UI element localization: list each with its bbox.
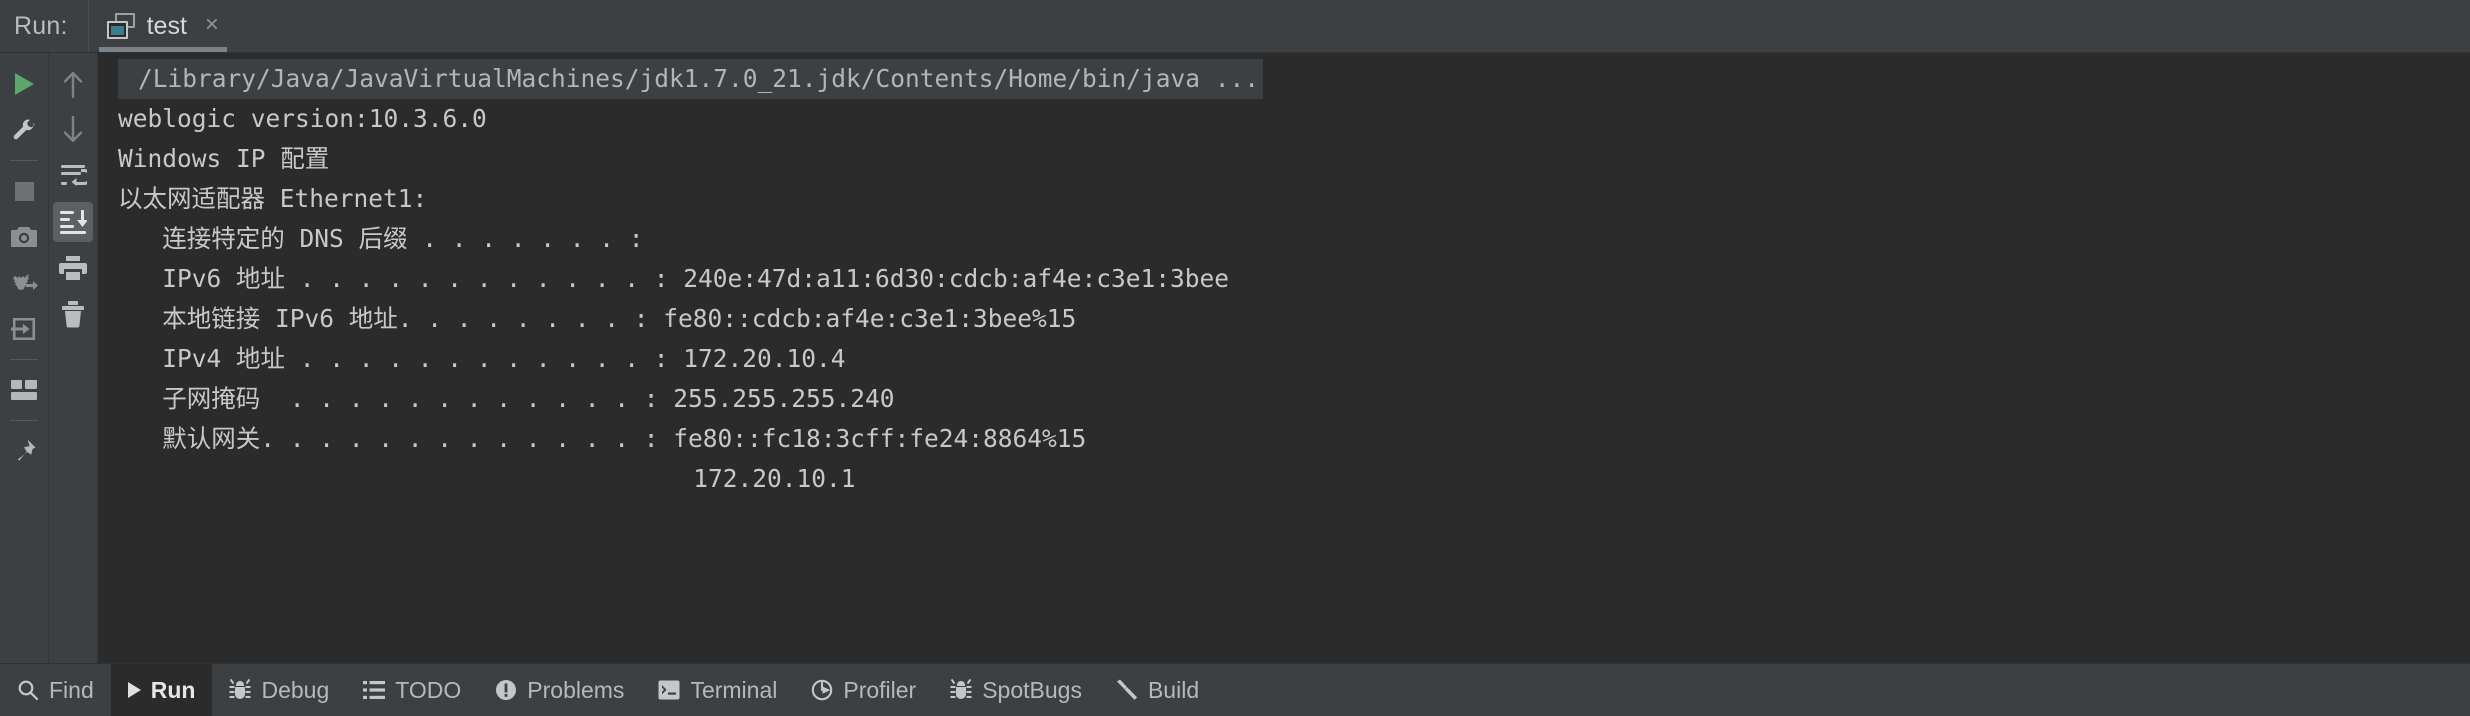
stop-button[interactable]: [4, 171, 44, 211]
exclamation-circle-icon: [496, 680, 517, 700]
separator: [10, 420, 38, 421]
run-actions-toolbar: [0, 53, 49, 663]
print-button[interactable]: [53, 248, 93, 288]
clear-all-button[interactable]: [53, 294, 93, 334]
console-line: Windows IP 配置: [118, 144, 330, 173]
wrench-icon: [13, 119, 35, 140]
status-tab-terminal[interactable]: Terminal: [641, 664, 794, 716]
status-tab-build[interactable]: Build: [1099, 664, 1216, 716]
arrow-up-icon: [63, 72, 83, 99]
play-icon: [127, 682, 141, 698]
console-line: IPv6 地址 . . . . . . . . . . . . : 240e:4…: [118, 264, 1230, 293]
status-tab-find[interactable]: Find: [0, 664, 111, 716]
gauge-icon: [812, 679, 833, 701]
console-actions-toolbar: [49, 53, 98, 663]
run-window-title-label: Run:: [14, 11, 68, 40]
bug-icon: [229, 678, 251, 699]
status-tab-spotbugs[interactable]: SpotBugs: [933, 664, 1099, 716]
pin-icon: [17, 439, 36, 461]
terminal-icon: [658, 680, 680, 700]
layout-icon: [11, 380, 37, 400]
run-tool-window: Run: test × /Library/Java/JavaVirtualMac…: [0, 0, 2470, 716]
layout-settings-button[interactable]: [4, 370, 44, 410]
bug-icon: [950, 678, 972, 699]
console-line: 子网掩码 . . . . . . . . . . . . : 255.255.2…: [118, 384, 895, 413]
console-line: IPv4 地址 . . . . . . . . . . . . : 172.20…: [118, 344, 846, 373]
pin-tab-button[interactable]: [4, 431, 44, 471]
window-icon: [106, 13, 135, 39]
console-lines: /Library/Java/JavaVirtualMachines/jdk1.7…: [98, 59, 2470, 499]
run-window-header: Run: test ×: [0, 0, 2470, 53]
console-line: 默认网关. . . . . . . . . . . . . : fe80::fc…: [118, 424, 1087, 453]
camera-icon: [11, 227, 37, 247]
run-tab-strip: test ×: [89, 0, 237, 52]
status-tab-label: Find: [49, 676, 94, 703]
scroll-to-end-button[interactable]: [53, 202, 93, 242]
run-tab-selected-indicator: [98, 47, 227, 52]
restart-debug-button[interactable]: [4, 263, 44, 303]
status-tab-label: Build: [1147, 676, 1200, 703]
status-tab-label: Profiler: [843, 676, 917, 703]
status-tab-todo[interactable]: TODO: [346, 664, 478, 716]
status-tab-debug[interactable]: Debug: [212, 664, 346, 716]
arrow-down-icon: [63, 115, 83, 142]
run-tab-test[interactable]: test ×: [89, 0, 237, 52]
attach-process-button[interactable]: [4, 309, 44, 349]
export-arrow-icon: [11, 317, 36, 341]
play-icon: [14, 73, 34, 95]
run-tab-label: test: [146, 11, 187, 40]
down-the-stack-trace-button[interactable]: [53, 110, 93, 150]
scroll-to-end-icon: [60, 210, 87, 234]
soft-wrap-icon: [61, 165, 87, 186]
console-line: 连接特定的 DNS 后缀 . . . . . . . :: [118, 224, 644, 253]
up-the-stack-trace-button[interactable]: [53, 64, 93, 104]
tool-window-status-bar: Find Run Debug TODO Problems Terminal Pr…: [0, 663, 2470, 716]
status-tab-label: Run: [150, 676, 196, 703]
screenshot-button[interactable]: [4, 217, 44, 257]
console-line-wrapper: /Library/Java/JavaVirtualMachines/jdk1.7…: [98, 59, 2470, 99]
soft-wrap-button[interactable]: [53, 156, 93, 196]
hammer-icon: [1116, 679, 1138, 700]
console-output[interactable]: /Library/Java/JavaVirtualMachines/jdk1.7…: [98, 53, 2470, 663]
console-command-line: /Library/Java/JavaVirtualMachines/jdk1.7…: [118, 59, 1264, 99]
status-tab-label: SpotBugs: [982, 676, 1082, 703]
stop-icon: [14, 181, 34, 201]
console-line: 以太网适配器 Ethernet1:: [118, 184, 428, 213]
console-line: weblogic version:10.3.6.0: [118, 104, 487, 133]
run-window-title: Run:: [0, 0, 89, 52]
status-tab-profiler[interactable]: Profiler: [794, 664, 933, 716]
status-tab-label: TODO: [395, 676, 462, 703]
status-tab-run[interactable]: Run: [110, 664, 213, 716]
status-tab-problems[interactable]: Problems: [478, 664, 641, 716]
console-line: 172.20.10.1: [118, 464, 856, 493]
separator: [10, 359, 38, 360]
status-tab-label: Problems: [527, 676, 625, 703]
edit-configuration-button[interactable]: [4, 110, 44, 150]
rerun-button[interactable]: [4, 64, 44, 104]
run-window-body: /Library/Java/JavaVirtualMachines/jdk1.7…: [0, 53, 2470, 663]
printer-icon: [59, 256, 87, 280]
console-line: 本地链接 IPv6 地址. . . . . . . . : fe80::cdcb…: [118, 304, 1077, 333]
trash-icon: [62, 301, 84, 328]
search-icon: [18, 680, 39, 701]
separator: [10, 160, 38, 161]
status-tab-label: Terminal: [690, 676, 778, 703]
status-tab-label: Debug: [261, 676, 330, 703]
bug-arrow-icon: [13, 274, 38, 290]
list-icon: [363, 681, 386, 699]
close-icon[interactable]: ×: [199, 12, 221, 40]
